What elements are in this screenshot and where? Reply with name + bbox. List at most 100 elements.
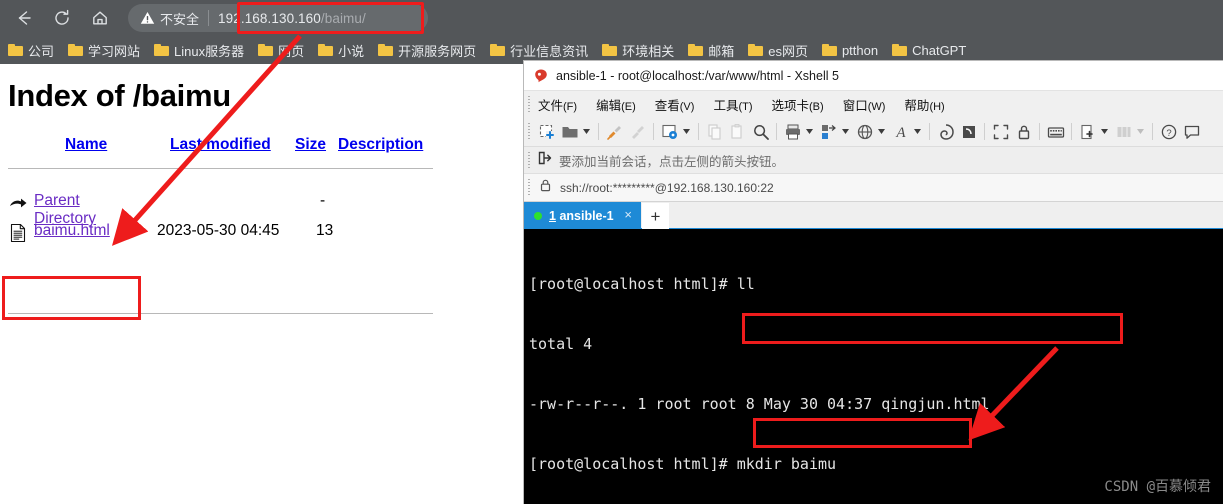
home-icon[interactable] bbox=[86, 4, 114, 32]
add-session-bar[interactable]: 要添加当前会话，点击左侧的箭头按钮。 bbox=[524, 147, 1223, 174]
file-link[interactable]: baimu.html bbox=[34, 222, 110, 240]
menu-file-mnemonic: (F) bbox=[563, 100, 578, 113]
compose-icon[interactable] bbox=[958, 121, 979, 142]
bookmark-item[interactable]: 邮箱 bbox=[688, 41, 734, 60]
session-properties-icon[interactable] bbox=[659, 121, 680, 142]
menu-tools-mnemonic: (T) bbox=[738, 100, 753, 113]
security-status-label: 不安全 bbox=[160, 11, 200, 27]
column-header-last-modified[interactable]: Last modified bbox=[170, 136, 271, 154]
folder-icon bbox=[892, 44, 908, 56]
bookmark-item[interactable]: 环境相关 bbox=[602, 41, 674, 60]
terminal-line: total 4 bbox=[529, 335, 593, 353]
bookmark-item[interactable]: 行业信息资讯 bbox=[490, 41, 588, 60]
terminal-area[interactable]: [root@localhost html]# ll total 4 -rw-r-… bbox=[524, 229, 1223, 504]
trace-icon[interactable] bbox=[935, 121, 956, 142]
bookmark-label: 学习网站 bbox=[88, 43, 141, 59]
open-folder-icon[interactable] bbox=[559, 121, 580, 142]
bookmark-item[interactable]: ChatGPT bbox=[892, 43, 966, 58]
url-text[interactable]: 192.168.130.160/baimu/ bbox=[218, 11, 366, 26]
bookmark-item[interactable]: es网页 bbox=[748, 41, 808, 60]
disconnect-icon bbox=[627, 121, 648, 142]
apache-index-page: Index of /baimu Name Last modified Size … bbox=[0, 64, 523, 504]
menu-tabs[interactable]: 选项卡(B) bbox=[772, 95, 824, 114]
copy-icon bbox=[704, 121, 725, 142]
tab-ansible-1[interactable]: 1 ansible-1 × bbox=[524, 202, 641, 229]
add-session-arrow-icon[interactable] bbox=[538, 151, 552, 170]
tab-index: 1 bbox=[549, 208, 556, 223]
new-session-icon[interactable] bbox=[536, 121, 557, 142]
folder-icon bbox=[378, 44, 394, 56]
keyboard-icon[interactable] bbox=[1045, 121, 1066, 142]
add-pane-icon[interactable] bbox=[1077, 121, 1098, 142]
file-transfer-icon[interactable] bbox=[818, 121, 839, 142]
table-header-row: Name Last modified Size Description bbox=[0, 136, 440, 166]
paste-icon bbox=[727, 121, 748, 142]
chevron-down-icon[interactable] bbox=[877, 121, 886, 142]
toolbar-separator bbox=[1071, 123, 1072, 140]
watermark: CSDN @百慕倾君 bbox=[1104, 479, 1211, 495]
menu-help[interactable]: 帮助(H) bbox=[904, 95, 944, 114]
bookmark-label: ptthon bbox=[841, 42, 879, 58]
fullscreen-icon[interactable] bbox=[990, 121, 1011, 142]
menu-window[interactable]: 窗口(W) bbox=[843, 95, 886, 114]
directory-listing-table: Name Last modified Size Description bbox=[0, 136, 440, 166]
menu-edit[interactable]: 编辑(E) bbox=[596, 95, 636, 114]
column-header-description[interactable]: Description bbox=[338, 136, 423, 154]
bookmark-label: 小说 bbox=[338, 43, 365, 59]
menu-file[interactable]: 文件(F) bbox=[538, 95, 577, 114]
connection-url-bar[interactable]: ssh://root:*********@192.168.130.160:22 bbox=[524, 174, 1223, 202]
toolbar-separator bbox=[929, 123, 930, 140]
address-bar[interactable]: 不安全 192.168.130.160/baimu/ bbox=[128, 4, 428, 32]
lock-icon[interactable] bbox=[1013, 121, 1034, 142]
terminal-output: [root@localhost html]# ll total 4 -rw-r-… bbox=[529, 234, 1041, 504]
omnibox-separator bbox=[208, 10, 210, 26]
column-header-name[interactable]: Name bbox=[65, 136, 107, 154]
font-icon[interactable]: A bbox=[890, 121, 911, 142]
page-title: Index of /baimu bbox=[8, 78, 231, 113]
column-header-size[interactable]: Size bbox=[295, 136, 326, 154]
chevron-down-icon[interactable] bbox=[582, 121, 591, 142]
bookmark-label: 环境相关 bbox=[622, 43, 675, 59]
bookmark-label: es网页 bbox=[768, 43, 808, 59]
svg-text:?: ? bbox=[1166, 128, 1171, 139]
menu-tools-label: 工具 bbox=[713, 98, 739, 113]
bookmark-item[interactable]: 学习网站 bbox=[68, 41, 140, 60]
globe-icon[interactable] bbox=[854, 121, 875, 142]
bookmark-label: 公司 bbox=[28, 43, 55, 59]
new-tab-button[interactable]: + bbox=[642, 203, 669, 229]
bookmark-item[interactable]: 开源服务网页 bbox=[378, 41, 476, 60]
close-icon[interactable]: × bbox=[624, 207, 632, 223]
bookmark-label: 邮箱 bbox=[708, 43, 735, 59]
help-icon[interactable]: ? bbox=[1158, 121, 1179, 142]
feedback-icon[interactable] bbox=[1181, 121, 1202, 142]
connect-icon[interactable] bbox=[604, 121, 625, 142]
chevron-down-icon[interactable] bbox=[1100, 121, 1109, 142]
menu-view[interactable]: 查看(V) bbox=[655, 95, 695, 114]
folder-icon bbox=[318, 44, 334, 56]
search-icon[interactable] bbox=[750, 121, 771, 142]
menu-tabs-mnemonic: (B) bbox=[809, 100, 824, 113]
toolbar-separator bbox=[653, 123, 654, 140]
bookmark-item[interactable]: 公司 bbox=[8, 41, 54, 60]
menu-window-label: 窗口 bbox=[842, 98, 868, 113]
chevron-down-icon[interactable] bbox=[913, 121, 922, 142]
security-status[interactable]: 不安全 bbox=[140, 9, 199, 28]
bookmark-item[interactable]: Linux服务器 bbox=[154, 41, 244, 60]
reload-icon[interactable] bbox=[48, 4, 76, 32]
menu-file-label: 文件 bbox=[538, 98, 564, 113]
table-divider-bottom bbox=[8, 313, 433, 314]
back-icon[interactable] bbox=[10, 4, 38, 32]
bookmark-item[interactable]: 小说 bbox=[318, 41, 364, 60]
chevron-down-icon[interactable] bbox=[805, 121, 814, 142]
xshell-app-icon bbox=[533, 68, 549, 84]
xshell-window: ansible-1 - root@localhost:/var/www/html… bbox=[523, 60, 1223, 504]
chevron-down-icon[interactable] bbox=[682, 121, 691, 142]
bookmark-item[interactable]: ptthon bbox=[821, 42, 879, 58]
print-icon[interactable] bbox=[782, 121, 803, 142]
menu-help-mnemonic: (H) bbox=[929, 100, 945, 113]
chevron-down-icon[interactable] bbox=[841, 121, 850, 142]
menu-tools[interactable]: 工具(T) bbox=[713, 95, 752, 114]
bookmark-item[interactable]: 网页 bbox=[258, 41, 304, 60]
chevron-down-icon bbox=[1136, 121, 1145, 142]
folder-icon bbox=[490, 44, 506, 56]
